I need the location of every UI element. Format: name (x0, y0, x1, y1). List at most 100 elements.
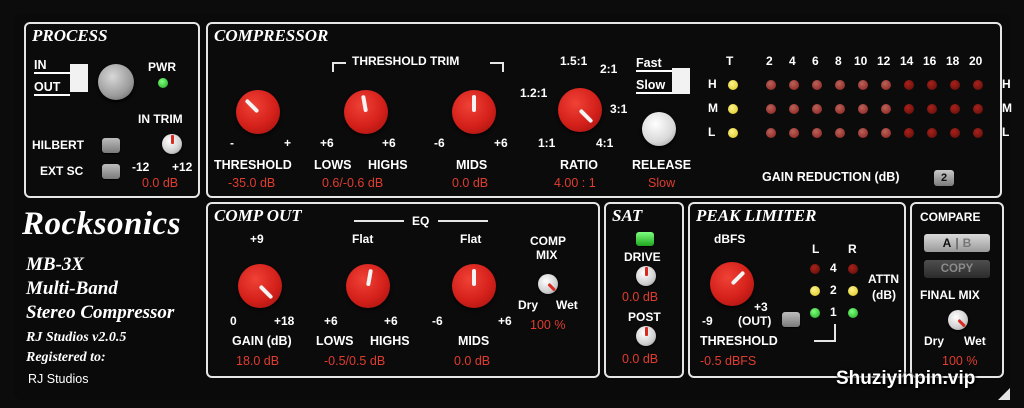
attn-bracket-horizontal (814, 340, 836, 342)
ext-sc-button[interactable] (102, 164, 120, 179)
attn-level-4: 4 (830, 261, 837, 275)
release-fast-label: Fast (636, 56, 672, 72)
trim-mids-label: MIDS (456, 158, 488, 172)
compare-b-label: B (962, 236, 972, 250)
gr-threshold-led (728, 80, 738, 90)
gr-row-label-right: M (1002, 101, 1012, 115)
gr-led (766, 128, 776, 138)
compressor-panel: COMPRESSOR THRESHOLD TRIM - + THRESHOLD … (206, 22, 1012, 198)
attn-l-label: L (812, 242, 820, 256)
comp-out-title: COMP OUT (214, 206, 302, 225)
gr-led (973, 128, 983, 138)
threshold-trim-label: THRESHOLD TRIM (352, 54, 460, 68)
attn-r-led-1 (848, 308, 858, 318)
gr-led (789, 80, 799, 90)
in-out-switch[interactable]: IN OUT (32, 58, 88, 98)
release-knob[interactable] (642, 112, 676, 146)
hilbert-button[interactable] (102, 138, 120, 153)
threshold-max: + (284, 136, 292, 150)
gain-reduction-button[interactable]: 2 (934, 170, 954, 186)
gr-led (927, 80, 937, 90)
attn-r-led-2 (848, 286, 858, 296)
power-knob[interactable] (98, 64, 134, 100)
comp-mix-knob[interactable] (538, 274, 558, 294)
attn-l-led-1 (810, 308, 820, 318)
eq-lows-highs-min: +6 (324, 314, 338, 328)
trim-mids-knob[interactable] (452, 90, 496, 134)
sat-panel: SAT DRIVE 0.0 dB POST 0.0 dB (604, 202, 684, 378)
output-gain-knob[interactable] (238, 264, 282, 308)
trim-lows-highs-knob[interactable] (344, 90, 388, 134)
attn-l-led-4 (810, 264, 820, 274)
gr-led (904, 80, 914, 90)
gr-led (835, 128, 845, 138)
gr-led (835, 104, 845, 114)
limiter-min: -9 (702, 314, 713, 328)
trim-lows-highs-min: +6 (320, 136, 334, 150)
ratio-1-5: 1.5:1 (560, 54, 588, 68)
eq-lows-highs-knob[interactable] (346, 264, 390, 308)
sat-enable-led-button[interactable] (636, 232, 654, 246)
eq-mids-knob[interactable] (452, 264, 496, 308)
gr-threshold-led (728, 128, 738, 138)
gr-led (812, 128, 822, 138)
ratio-2: 2:1 (600, 62, 618, 76)
post-knob[interactable] (636, 326, 656, 346)
in-trim-min: -12 (132, 160, 150, 174)
gr-led (858, 104, 868, 114)
brand-logo: Rocksonics (22, 206, 182, 242)
hilbert-label: HILBERT (32, 138, 84, 152)
limiter-threshold-knob[interactable] (710, 262, 754, 306)
post-value: 0.0 dB (622, 352, 659, 366)
drive-label: DRIVE (624, 250, 661, 264)
in-trim-knob[interactable] (162, 134, 182, 154)
compare-ab-toggle[interactable]: A | B (924, 234, 990, 252)
gr-row-label-left: H (708, 77, 717, 91)
drive-knob[interactable] (636, 266, 656, 286)
eq-mids-label: MIDS (458, 334, 490, 348)
ratio-3: 3:1 (610, 102, 628, 116)
threshold-label: THRESHOLD (214, 158, 292, 172)
trim-mids-min: -6 (434, 136, 445, 150)
comp-mix-dry: Dry (518, 298, 539, 312)
gr-scale-tick: 18 (946, 54, 960, 68)
gain-label: GAIN (dB) (232, 334, 292, 348)
resize-corner-icon[interactable] (998, 388, 1010, 400)
threshold-trim-bracket-top-left (332, 62, 346, 64)
gr-threshold-led (728, 104, 738, 114)
gr-led (927, 128, 937, 138)
final-mix-knob[interactable] (948, 310, 968, 330)
gr-led (858, 80, 868, 90)
eq-line-left (354, 220, 404, 222)
attn-l-led-2 (810, 286, 820, 296)
gr-led (881, 80, 891, 90)
trim-mids-value: 0.0 dB (452, 176, 489, 190)
gain-reduction-label: GAIN REDUCTION (dB) (762, 170, 900, 184)
eq-highs-label: HIGHS (370, 334, 410, 348)
gr-scale-tick: 2 (766, 54, 773, 68)
eq-line-right (438, 220, 488, 222)
compare-panel: COMPARE A | B COPY FINAL MIX Dry Wet 100… (910, 202, 1004, 378)
gr-led (812, 80, 822, 90)
ratio-knob[interactable] (558, 88, 602, 132)
eq-mids-top: Flat (460, 232, 482, 246)
eq-lows-highs-max: +6 (384, 314, 398, 328)
ratio-value: 4.00 : 1 (554, 176, 596, 190)
gr-scale-tick: 16 (923, 54, 937, 68)
trim-lows-label: LOWS (314, 158, 352, 172)
gain-min: 0 (230, 314, 237, 328)
release-switch[interactable]: Fast Slow (636, 56, 696, 106)
limiter-out-button[interactable] (782, 312, 800, 327)
gain-reduction-meter: T 2 4 6 8 10 12 14 16 18 20 HHMMLL GAIN REDUCTION… (708, 54, 1012, 194)
limiter-threshold-value: -0.5 dBFS (700, 354, 757, 368)
eq-lows-highs-top: Flat (352, 232, 374, 246)
ratio-4: 4:1 (596, 136, 614, 150)
gr-led (881, 128, 891, 138)
comp-mix-wet: Wet (556, 298, 578, 312)
gain-max: +18 (274, 314, 295, 328)
copy-button[interactable]: COPY (924, 260, 990, 278)
compare-a-label: A (942, 236, 952, 250)
threshold-knob[interactable] (236, 90, 280, 134)
gain-value: 18.0 dB (236, 354, 280, 368)
attn-r-label: R (848, 242, 857, 256)
